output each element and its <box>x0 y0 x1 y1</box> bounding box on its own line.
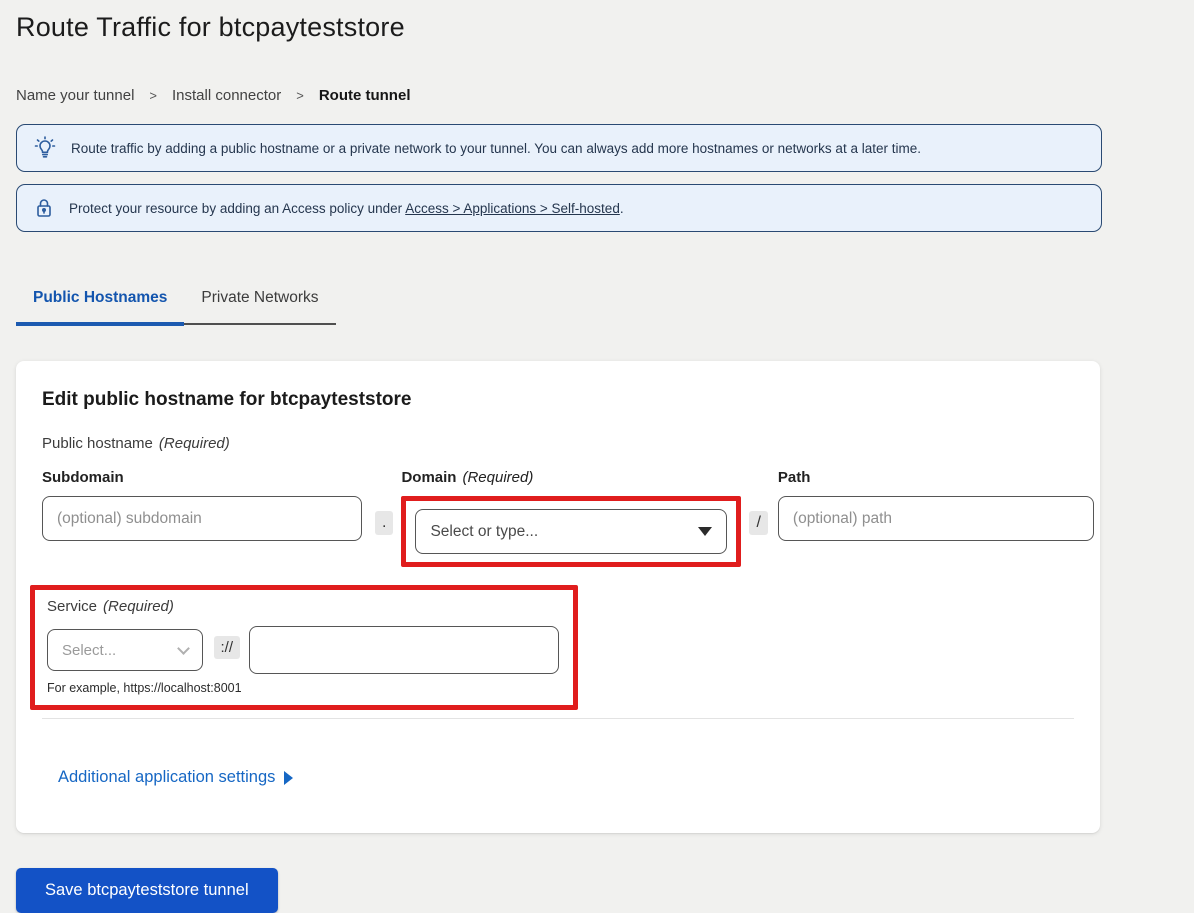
tab-private-networks[interactable]: Private Networks <box>184 289 335 323</box>
additional-settings-label: Additional application settings <box>58 768 275 787</box>
subdomain-input[interactable] <box>42 496 362 541</box>
path-input[interactable] <box>778 496 1094 541</box>
breadcrumb-separator: > <box>149 88 157 103</box>
service-helper-text: For example, https://localhost:8001 <box>47 681 559 695</box>
dropdown-arrow-icon <box>698 527 712 536</box>
domain-annotation-box: Select or type... <box>401 496 741 567</box>
protocol-separator: :// <box>214 636 241 659</box>
access-banner: Protect your resource by adding an Acces… <box>16 184 1102 232</box>
domain-select[interactable]: Select or type... <box>415 509 727 554</box>
domain-field-group: Domain (Required) Select or type... <box>401 469 741 567</box>
lock-icon <box>34 196 54 220</box>
breadcrumb: Name your tunnel > Install connector > R… <box>16 87 1100 104</box>
chevron-right-icon <box>284 771 293 785</box>
service-controls: Select... :// <box>47 626 559 674</box>
service-annotation-box: Service (Required) Select... :// For exam… <box>30 585 578 710</box>
required-note: (Required) <box>103 598 174 615</box>
access-banner-prefix: Protect your resource by adding an Acces… <box>69 201 405 216</box>
save-tunnel-button[interactable]: Save btcpayteststore tunnel <box>16 868 278 913</box>
lightbulb-icon <box>34 136 56 160</box>
access-banner-suffix: . <box>620 201 624 216</box>
page-title: Route Traffic for btcpayteststore <box>16 12 1100 43</box>
subdomain-label: Subdomain <box>42 469 362 486</box>
breadcrumb-step-route-tunnel: Route tunnel <box>319 87 411 104</box>
required-note: (Required) <box>159 435 230 452</box>
service-section-label: Service (Required) <box>47 598 559 615</box>
tab-public-hostnames[interactable]: Public Hostnames <box>16 289 184 323</box>
breadcrumb-step-name-your-tunnel[interactable]: Name your tunnel <box>16 87 134 104</box>
required-note: (Required) <box>462 469 533 486</box>
dot-separator: . <box>375 511 393 535</box>
tip-banner-text: Route traffic by adding a public hostnam… <box>71 141 921 156</box>
path-field-group: Path <box>778 469 1094 541</box>
breadcrumb-step-install-connector[interactable]: Install connector <box>172 87 281 104</box>
additional-settings-toggle[interactable]: Additional application settings <box>58 768 293 787</box>
public-hostname-section-label: Public hostname (Required) <box>42 435 1074 452</box>
slash-separator: / <box>749 511 767 535</box>
service-label-text: Service <box>47 598 97 615</box>
domain-select-value: Select or type... <box>430 523 538 541</box>
path-label: Path <box>778 469 1094 486</box>
subdomain-field-group: Subdomain <box>42 469 362 541</box>
service-type-select[interactable]: Select... <box>47 629 203 671</box>
page-container: Route Traffic for btcpayteststore Name y… <box>0 0 1116 913</box>
service-url-input[interactable] <box>249 626 559 674</box>
breadcrumb-separator: > <box>296 88 304 103</box>
access-banner-text: Protect your resource by adding an Acces… <box>69 201 624 216</box>
access-applications-link[interactable]: Access > Applications > Self-hosted <box>405 201 620 216</box>
tab-bar: Public Hostnames Private Networks <box>16 289 336 325</box>
chevron-down-icon <box>177 642 190 655</box>
domain-label-text: Domain <box>401 469 456 486</box>
public-hostname-label: Public hostname <box>42 435 153 452</box>
domain-label: Domain (Required) <box>401 469 741 486</box>
section-divider <box>42 718 1074 719</box>
service-type-select-value: Select... <box>62 642 116 659</box>
hostname-row: Subdomain . Domain (Required) Select or t… <box>42 469 1074 567</box>
tip-banner: Route traffic by adding a public hostnam… <box>16 124 1102 172</box>
card-heading: Edit public hostname for btcpayteststore <box>42 389 1074 411</box>
edit-hostname-card: Edit public hostname for btcpayteststore… <box>16 361 1100 833</box>
